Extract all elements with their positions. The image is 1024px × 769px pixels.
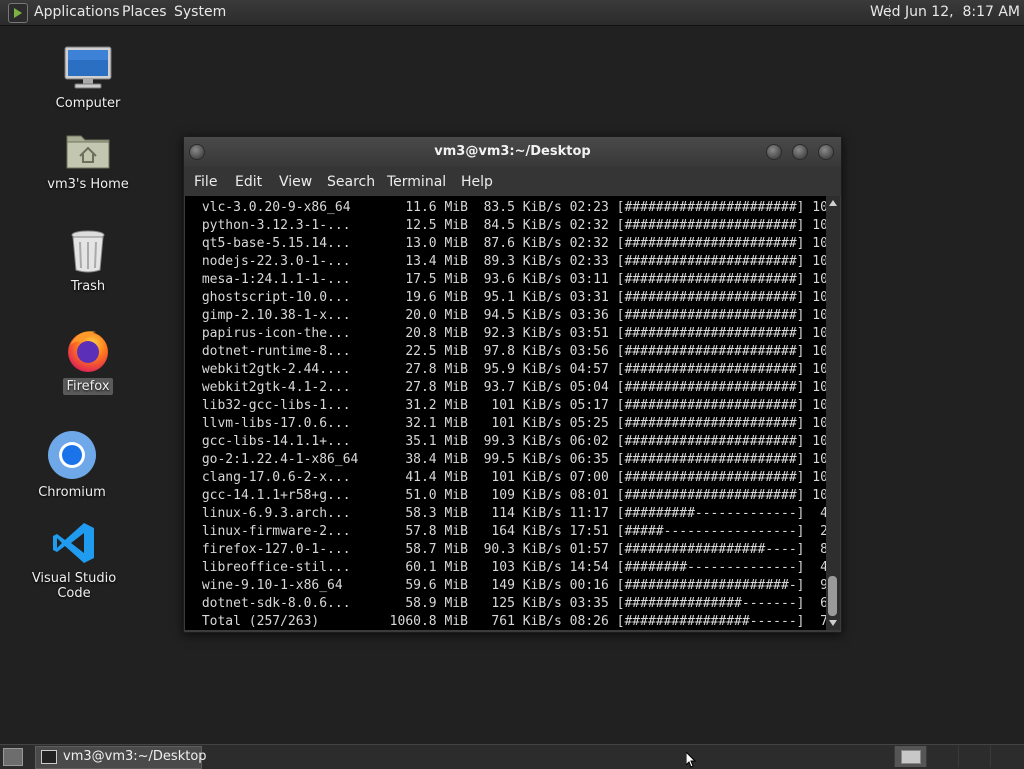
firefox-icon [68,331,108,372]
terminal-icon [41,750,57,764]
desktop-icon-label: Firefox [63,378,113,395]
menu-edit[interactable]: Edit [235,174,262,190]
desktop-icon-label: Visual Studio Code [31,571,117,601]
show-desktop-icon[interactable] [3,748,23,766]
trash-icon [71,230,105,273]
chromium-icon [48,431,96,479]
scroll-down-icon[interactable] [829,620,837,626]
window-menubar: File Edit View Search Terminal Help [184,167,841,196]
terminal-scrollbar[interactable] [826,196,840,630]
computer-icon [64,46,112,89]
desktop-icon-firefox[interactable]: Firefox [48,326,128,395]
desktop-icon-home[interactable]: vm3's Home [43,128,133,193]
home-folder-icon [66,135,110,169]
applications-menu[interactable]: Applications [34,4,120,20]
top-panel: Applications Places System Wed Jun 12, 8… [0,0,1024,26]
desktop-icon-label: vm3's Home [47,177,129,192]
scroll-up-icon[interactable] [829,200,837,206]
clock[interactable]: Wed Jun 12, 8:17 AM [870,4,1020,20]
places-menu[interactable]: Places [122,4,167,20]
distro-logo-icon[interactable] [8,3,28,23]
desktop-icon-label: Computer [55,96,121,111]
window-title: vm3@vm3:~/Desktop [434,144,591,159]
workspace-3[interactable] [958,746,991,767]
vscode-icon [53,523,94,563]
taskbar-item-label: vm3@vm3:~/Desktop [63,749,207,764]
workspace-2[interactable] [926,746,959,767]
desktop-icon-vscode[interactable]: Visual Studio Code [14,520,134,602]
window-menu-button[interactable] [189,144,205,160]
maximize-button[interactable] [792,144,808,160]
menu-help[interactable]: Help [461,174,493,190]
minimize-button[interactable] [766,144,782,160]
desktop-icon-chromium[interactable]: Chromium [32,430,112,501]
menu-search[interactable]: Search [327,174,375,190]
menu-terminal[interactable]: Terminal [387,174,446,190]
workspace-window-thumbnail [901,750,921,764]
desktop-icon-label: Chromium [38,485,106,500]
menu-file[interactable]: File [194,174,217,190]
terminal-output[interactable]: vlc-3.0.20-9-x86_64 11.6 MiB 83.5 KiB/s … [185,196,826,630]
mouse-pointer-icon [686,752,696,768]
terminal-window[interactable]: vm3@vm3:~/Desktop File Edit View Search … [183,136,842,633]
workspace-4[interactable] [990,746,1023,767]
desktop-icon-trash[interactable]: Trash [48,228,128,295]
taskbar-item-terminal[interactable]: vm3@vm3:~/Desktop [35,746,207,769]
workspace-1[interactable] [894,746,927,767]
desktop-icon-computer[interactable]: Computer [48,45,128,112]
system-menu[interactable]: System [174,4,226,20]
desktop-icon-label: Trash [70,279,106,294]
scrollbar-thumb[interactable] [828,576,837,616]
window-titlebar[interactable]: vm3@vm3:~/Desktop [184,137,841,167]
close-button[interactable] [818,144,834,160]
bottom-panel: vm3@vm3:~/Desktop [0,744,1024,769]
menu-view[interactable]: View [279,174,312,190]
terminal-text: vlc-3.0.20-9-x86_64 11.6 MiB 83.5 KiB/s … [201,200,826,629]
